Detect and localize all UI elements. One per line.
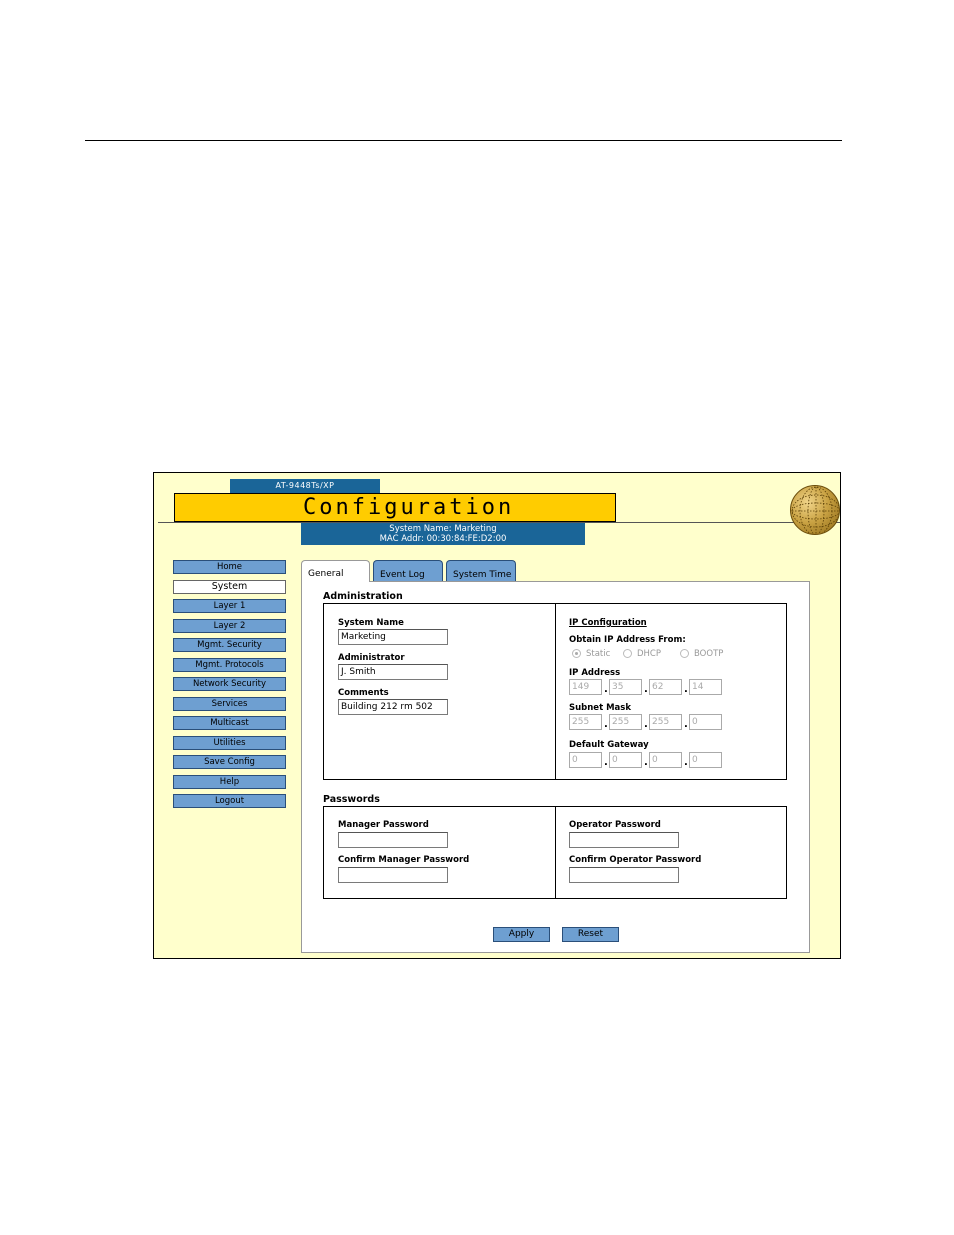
manager-password-field[interactable] <box>338 832 448 848</box>
ip-dot: . <box>684 757 688 768</box>
gateway-octet-4[interactable]: 0 <box>689 752 722 768</box>
subnet-mask-octet-3[interactable]: 255 <box>649 714 682 730</box>
confirm-manager-password-label: Confirm Manager Password <box>338 855 470 865</box>
dhcp-radio[interactable] <box>623 649 632 658</box>
ip-dot: . <box>684 719 688 730</box>
administrator-field[interactable]: J. Smith <box>338 664 448 680</box>
ip-dot: . <box>684 684 688 695</box>
nav-mgmt-protocols[interactable]: Mgmt. Protocols <box>173 657 286 672</box>
subnet-mask-label: Subnet Mask <box>569 703 632 713</box>
ip-dot: . <box>644 757 648 768</box>
static-radio-label: Static <box>586 649 611 659</box>
system-name-field[interactable]: Marketing <box>338 629 448 645</box>
ip-address-octet-4[interactable]: 14 <box>689 679 722 695</box>
administrator-label: Administrator <box>338 653 405 663</box>
system-name-label: System Name <box>338 618 404 628</box>
obtain-ip-label: Obtain IP Address From: <box>569 635 686 645</box>
nav-help[interactable]: Help <box>173 774 286 789</box>
comments-label: Comments <box>338 688 389 698</box>
general-panel: Administration System Name Marketing Adm… <box>301 581 810 953</box>
ip-dot: . <box>604 684 608 695</box>
administration-divider <box>555 604 556 779</box>
static-radio[interactable] <box>572 649 581 658</box>
ip-dot: . <box>604 757 608 768</box>
page-title: Configuration <box>303 495 515 520</box>
ip-address-octet-1[interactable]: 149 <box>569 679 602 695</box>
subnet-mask-octet-2[interactable]: 255 <box>609 714 642 730</box>
gateway-octet-3[interactable]: 0 <box>649 752 682 768</box>
dhcp-radio-label: DHCP <box>637 649 661 659</box>
subnet-mask-octet-1[interactable]: 255 <box>569 714 602 730</box>
gateway-octet-2[interactable]: 0 <box>609 752 642 768</box>
model-tab: AT-9448Ts/XP <box>230 479 380 493</box>
default-gateway-label: Default Gateway <box>569 740 649 750</box>
ip-dot: . <box>644 719 648 730</box>
nav-save-config[interactable]: Save Config <box>173 755 286 769</box>
tab-system-time[interactable]: System Time <box>446 560 516 582</box>
passwords-box: Manager Password Confirm Manager Passwor… <box>323 806 787 899</box>
gateway-octet-1[interactable]: 0 <box>569 752 602 768</box>
confirm-manager-password-field[interactable] <box>338 867 448 883</box>
nav-system[interactable]: System <box>173 579 286 594</box>
apply-button[interactable]: Apply <box>493 927 550 942</box>
bootp-radio[interactable] <box>680 649 689 658</box>
ip-configuration-title: IP Configuration <box>569 618 647 628</box>
confirm-operator-password-field[interactable] <box>569 867 679 883</box>
manager-password-label: Manager Password <box>338 820 429 830</box>
nav-services[interactable]: Services <box>173 696 286 711</box>
nav-utilities[interactable]: Utilities <box>173 735 286 750</box>
ip-address-octet-2[interactable]: 35 <box>609 679 642 695</box>
nav-logout[interactable]: Logout <box>173 794 286 808</box>
web-interface-frame: AT-9448Ts/XP Configuration System Name: … <box>153 472 841 959</box>
nav-mgmt-security[interactable]: Mgmt. Security <box>173 638 286 652</box>
ip-address-octet-3[interactable]: 62 <box>649 679 682 695</box>
tab-general[interactable]: General <box>301 560 370 582</box>
tab-event-log[interactable]: Event Log <box>373 560 443 582</box>
ip-dot: . <box>644 684 648 695</box>
administration-title: Administration <box>323 591 403 602</box>
bootp-radio-label: BOOTP <box>694 649 724 659</box>
side-nav: Home System Layer 1 Layer 2 Mgmt. Securi… <box>173 560 286 814</box>
nav-home[interactable]: Home <box>173 560 286 574</box>
operator-password-field[interactable] <box>569 832 679 848</box>
operator-password-label: Operator Password <box>569 820 661 830</box>
comments-field[interactable]: Building 212 rm 502 <box>338 699 448 715</box>
nav-layer-2[interactable]: Layer 2 <box>173 618 286 633</box>
nav-layer-1[interactable]: Layer 1 <box>173 599 286 613</box>
subnet-mask-octet-4[interactable]: 0 <box>689 714 722 730</box>
nav-multicast[interactable]: Multicast <box>173 716 286 730</box>
nav-network-security[interactable]: Network Security <box>173 677 286 691</box>
reset-button[interactable]: Reset <box>562 927 619 942</box>
passwords-title: Passwords <box>323 794 380 805</box>
system-info-bar: System Name: Marketing MAC Addr: 00:30:8… <box>301 523 585 545</box>
title-banner: Configuration <box>174 493 616 522</box>
administration-box: System Name Marketing Administrator J. S… <box>323 603 787 780</box>
passwords-divider <box>555 807 556 898</box>
ip-dot: . <box>604 719 608 730</box>
ip-address-label: IP Address <box>569 668 621 678</box>
system-name-text: System Name: Marketing <box>389 524 497 534</box>
page-rule <box>85 140 842 141</box>
globe-logo-icon <box>790 485 840 535</box>
mac-address-text: MAC Addr: 00:30:84:FE:D2:00 <box>379 534 507 544</box>
confirm-operator-password-label: Confirm Operator Password <box>569 855 702 865</box>
